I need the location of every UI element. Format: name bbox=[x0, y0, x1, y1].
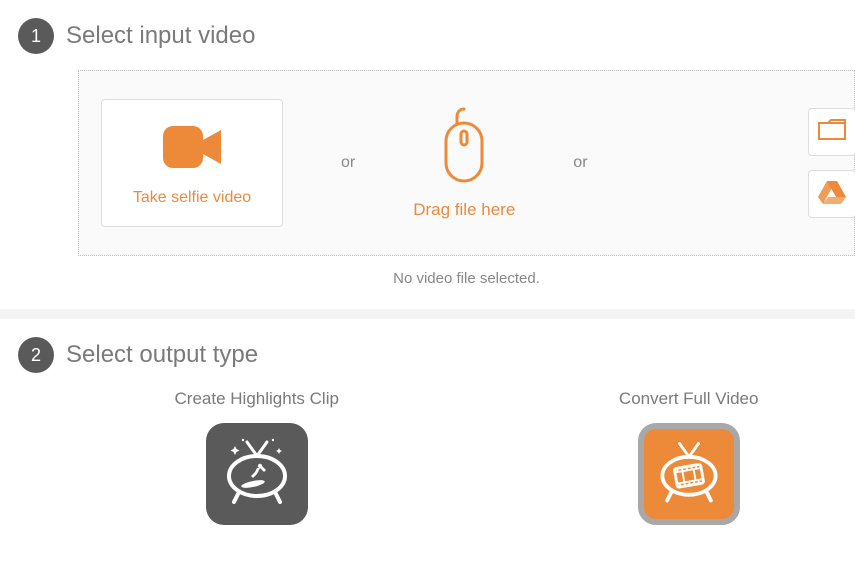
step1-badge: 1 bbox=[18, 18, 54, 54]
step2-title: Select output type bbox=[66, 341, 258, 369]
highlights-tv-icon bbox=[217, 432, 297, 517]
video-camera-icon bbox=[159, 120, 225, 179]
input-panel: Take selfie video or Drag file here or bbox=[78, 70, 855, 256]
output-highlights-label: Create Highlights Clip bbox=[175, 389, 339, 409]
step2-badge: 2 bbox=[18, 337, 54, 373]
output-highlights: Create Highlights Clip bbox=[175, 389, 339, 525]
take-selfie-button[interactable]: Take selfie video bbox=[101, 99, 283, 227]
output-convert-button[interactable] bbox=[638, 423, 740, 525]
drag-file-label: Drag file here bbox=[413, 200, 515, 220]
step1-title: Select input video bbox=[66, 22, 255, 50]
drag-file-area[interactable]: Drag file here bbox=[413, 107, 515, 220]
or-separator-2: or bbox=[573, 154, 587, 172]
google-drive-button[interactable] bbox=[808, 170, 855, 218]
output-convert: Convert Full Video bbox=[619, 389, 759, 525]
section-divider bbox=[0, 309, 855, 319]
folder-icon bbox=[817, 117, 847, 148]
source-buttons bbox=[808, 108, 854, 218]
section-input-video: 1 Select input video Take selfie video o… bbox=[0, 0, 855, 309]
mouse-icon bbox=[437, 107, 491, 190]
output-convert-label: Convert Full Video bbox=[619, 389, 759, 409]
step2-header: 2 Select output type bbox=[18, 337, 855, 373]
output-highlights-button[interactable] bbox=[206, 423, 308, 525]
output-options: Create Highlights Clip bbox=[18, 389, 855, 525]
browse-folder-button[interactable] bbox=[808, 108, 855, 156]
take-selfie-label: Take selfie video bbox=[133, 189, 251, 207]
film-tv-icon bbox=[651, 434, 727, 515]
or-separator-1: or bbox=[341, 154, 355, 172]
google-drive-icon bbox=[817, 179, 847, 210]
step1-header: 1 Select input video bbox=[18, 18, 855, 54]
no-file-status: No video file selected. bbox=[78, 270, 855, 309]
section-output-type: 2 Select output type Create Highlights C… bbox=[0, 319, 855, 525]
